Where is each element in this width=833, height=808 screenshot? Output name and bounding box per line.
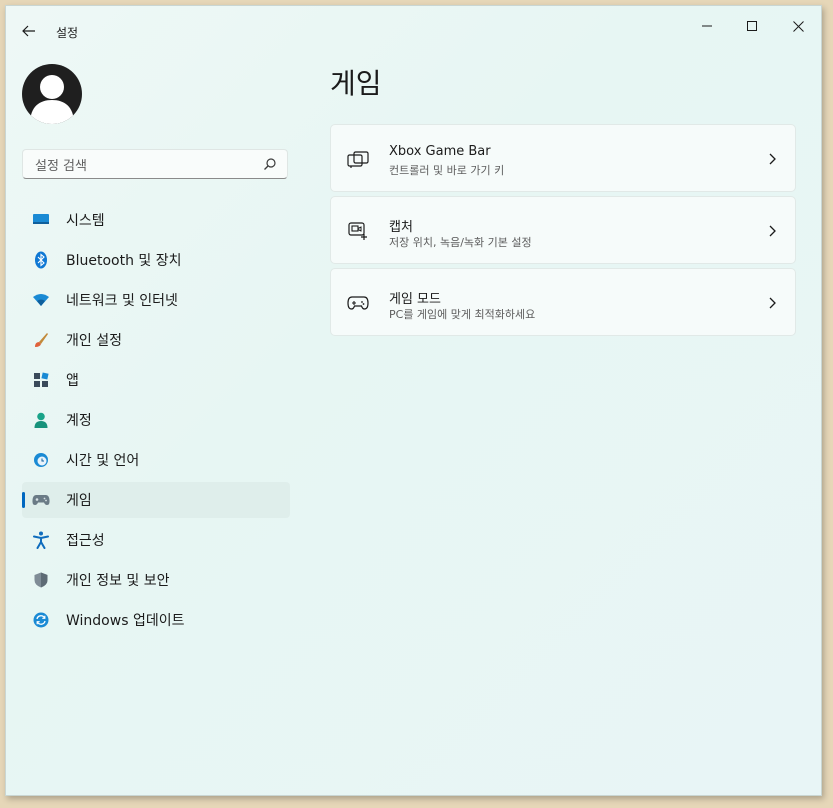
accessibility-icon (32, 531, 50, 549)
search-input[interactable] (33, 156, 257, 176)
sidebar-item-gaming[interactable]: 게임 (22, 482, 290, 518)
game-mode-icon (347, 296, 369, 310)
card-subtitle: PC를 게임에 맞게 최적화하세요 (389, 308, 536, 321)
maximize-icon (747, 21, 757, 31)
sidebar-item-label: 앱 (66, 373, 79, 389)
page-title: 게임 (330, 67, 382, 100)
sidebar-item-label: 시간 및 언어 (66, 453, 140, 469)
sidebar-item-time-language[interactable]: 시간 및 언어 (22, 442, 290, 478)
app-title: 설정 (56, 26, 79, 40)
sidebar-item-label: 개인 설정 (66, 333, 122, 349)
settings-cards: Xbox Game Bar 컨트롤러 및 바로 가기 키 캡처 저장 위치, 녹… (330, 124, 796, 340)
card-title: Xbox Game Bar (389, 144, 491, 159)
card-capture[interactable]: 캡처 저장 위치, 녹음/녹화 기본 설정 (330, 196, 796, 264)
back-arrow-icon (22, 25, 35, 37)
minimize-button[interactable] (684, 10, 730, 42)
monitor-icon (32, 211, 50, 229)
capture-icon (348, 222, 367, 240)
sidebar-item-label: 접근성 (66, 533, 105, 549)
sidebar-item-apps[interactable]: 앱 (22, 362, 290, 398)
search-box[interactable] (22, 149, 288, 179)
screenshot-frame: 설정 설정 검색 시스템 Bluetooth 및 장치 네트워크 및 인터넷 개… (0, 0, 833, 808)
sidebar-item-privacy-security[interactable]: 개인 정보 및 보안 (22, 562, 290, 598)
close-icon (792, 20, 804, 32)
card-game-mode[interactable]: 게임 모드 PC를 게임에 맞게 최적화하세요 (330, 268, 796, 336)
settings-window: 설정 설정 검색 시스템 Bluetooth 및 장치 네트워크 및 인터넷 개… (5, 5, 822, 796)
sidebar-item-label: 시스템 (66, 213, 105, 229)
user-avatar[interactable] (22, 64, 82, 124)
clock-globe-icon (32, 451, 50, 469)
apps-icon (32, 371, 50, 389)
sidebar-item-accounts[interactable]: 계정 (22, 402, 290, 438)
chevron-right-icon (769, 297, 776, 309)
card-xbox-game-bar[interactable]: Xbox Game Bar 컨트롤러 및 바로 가기 키 (330, 124, 796, 192)
sidebar-item-label: Bluetooth 및 장치 (66, 253, 182, 269)
gamepad-icon (32, 491, 50, 509)
chevron-right-icon (769, 225, 776, 237)
minimize-icon (702, 25, 712, 27)
bluetooth-icon (32, 251, 50, 269)
sidebar-item-bluetooth[interactable]: Bluetooth 및 장치 (22, 242, 290, 278)
sidebar-nav: 시스템 Bluetooth 및 장치 네트워크 및 인터넷 개인 설정 앱 계정… (22, 202, 290, 642)
sidebar-item-label: 네트워크 및 인터넷 (66, 293, 178, 309)
search-icon[interactable] (263, 157, 277, 171)
sidebar-item-system[interactable]: 시스템 (22, 202, 290, 238)
title-bar: 설정 (6, 6, 821, 46)
brush-icon (32, 331, 50, 349)
card-subtitle: 컨트롤러 및 바로 가기 키 (389, 164, 505, 177)
chevron-right-icon (769, 153, 776, 165)
sidebar-item-personalization[interactable]: 개인 설정 (22, 322, 290, 358)
sidebar-item-label: 계정 (66, 413, 92, 429)
sidebar-item-label: 개인 정보 및 보안 (66, 573, 170, 589)
back-button[interactable] (18, 20, 40, 42)
sidebar-item-network[interactable]: 네트워크 및 인터넷 (22, 282, 290, 318)
wifi-icon (32, 291, 50, 309)
card-title: 캡처 (389, 220, 413, 235)
card-title: 게임 모드 (389, 292, 441, 307)
sidebar-item-label: 게임 (66, 493, 92, 509)
sidebar-item-accessibility[interactable]: 접근성 (22, 522, 290, 558)
sidebar-item-label: Windows 업데이트 (66, 613, 185, 629)
card-subtitle: 저장 위치, 녹음/녹화 기본 설정 (389, 236, 532, 249)
game-bar-icon (347, 151, 369, 168)
sidebar-item-windows-update[interactable]: Windows 업데이트 (22, 602, 290, 638)
selection-indicator (22, 492, 25, 508)
person-icon (32, 411, 50, 429)
update-icon (32, 611, 50, 629)
shield-icon (32, 571, 50, 589)
default-user-icon (30, 75, 74, 124)
close-button[interactable] (775, 10, 821, 42)
maximize-button[interactable] (729, 10, 775, 42)
